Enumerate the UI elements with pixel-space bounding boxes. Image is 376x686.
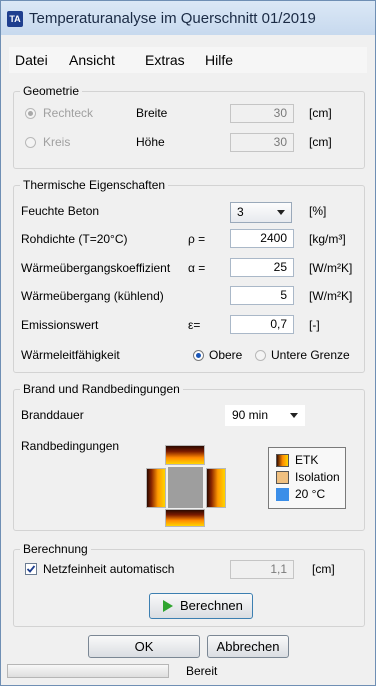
cool-label: Wärmeübergang (kühlend) (21, 289, 164, 303)
moisture-label: Feuchte Beton (21, 204, 100, 218)
menu-bar: Datei Ansicht Extras Hilfe (9, 47, 367, 73)
main-window: TA Temperaturanalyse im Querschnitt 01/2… (0, 0, 376, 686)
menu-datei[interactable]: Datei (15, 52, 48, 68)
mesh-unit: [cm] (312, 562, 335, 576)
circle-label: Kreis (43, 135, 71, 149)
width-field[interactable]: 30 (230, 104, 294, 123)
width-label: Breite (136, 106, 168, 120)
height-label: Höhe (136, 135, 165, 149)
app-icon: TA (7, 11, 23, 27)
density-label: Rohdichte (T=20°C) (21, 232, 128, 246)
cross-section (168, 467, 203, 508)
mesh-label: Netzfeinheit automatisch (43, 562, 175, 576)
window-title: Temperaturanalyse im Querschnitt 01/2019 (29, 10, 316, 27)
calculate-button[interactable]: Berechnen (149, 593, 253, 619)
status-bar: Bereit (7, 662, 369, 680)
isolation-swatch (276, 471, 289, 484)
title-bar[interactable]: TA Temperaturanalyse im Querschnitt 01/2… (1, 1, 375, 35)
emiss-field[interactable]: 0,7 (230, 315, 294, 334)
isolation-legend-label: Isolation (295, 470, 340, 484)
geometry-legend: Geometrie (20, 84, 83, 98)
lower-label: Untere Grenze (271, 348, 350, 362)
emiss-unit: [-] (309, 318, 320, 332)
density-symbol: ρ = (188, 232, 206, 246)
mesh-field[interactable]: 1,1 (230, 560, 294, 579)
emiss-label: Emissionswert (21, 318, 99, 332)
cool-field[interactable]: 5 (230, 286, 294, 305)
top-edge-fire-icon[interactable] (165, 445, 205, 465)
upper-radio[interactable] (193, 350, 204, 361)
right-edge-fire-icon[interactable] (206, 468, 226, 508)
density-field[interactable]: 2400 (230, 229, 294, 248)
boundary-label: Randbedingungen (21, 439, 120, 453)
rect-label: Rechteck (43, 106, 94, 120)
htc-symbol: α = (188, 261, 206, 275)
calc-group: Berechnung Netzfeinheit automatisch 1,1 … (13, 542, 365, 627)
chevron-down-icon (277, 210, 285, 215)
emiss-symbol: ε= (188, 318, 201, 332)
duration-select[interactable]: 90 min (225, 405, 305, 426)
fire-legend: Brand und Randbedingungen (20, 382, 183, 396)
calculate-label: Berechnen (180, 598, 243, 613)
cancel-button[interactable]: Abbrechen (207, 635, 289, 658)
duration-value: 90 min (232, 408, 269, 422)
boundary-legend: ETK Isolation 20 °C (268, 447, 346, 509)
left-edge-fire-icon[interactable] (146, 468, 166, 508)
cond-label: Wärmeleitfähigkeit (21, 348, 120, 362)
height-field[interactable]: 30 (230, 133, 294, 152)
rect-radio[interactable] (25, 108, 36, 119)
thermal-legend: Thermische Eigenschaften (20, 178, 169, 192)
chevron-down-icon (290, 413, 298, 418)
ambient-swatch (276, 488, 289, 501)
moisture-value: 3 (237, 205, 244, 219)
menu-hilfe[interactable]: Hilfe (205, 52, 233, 68)
play-icon (163, 600, 173, 612)
lower-radio[interactable] (255, 350, 266, 361)
ambient-legend-label: 20 °C (295, 487, 326, 501)
height-unit: [cm] (309, 135, 332, 149)
bottom-edge-fire-icon[interactable] (165, 509, 205, 527)
ok-button[interactable]: OK (88, 635, 200, 658)
htc-label: Wärmeübergangskoeffizient (21, 261, 171, 275)
geometry-group: Geometrie Rechteck Breite 30 [cm] Kreis … (13, 84, 365, 169)
check-icon (26, 565, 36, 573)
htc-field[interactable]: 25 (230, 258, 294, 277)
duration-label: Branddauer (21, 408, 84, 422)
menu-extras[interactable]: Extras (145, 52, 185, 68)
thermal-group: Thermische Eigenschaften Feuchte Beton 3… (13, 178, 365, 373)
upper-label: Obere (209, 348, 243, 362)
calc-legend: Berechnung (20, 542, 91, 556)
fire-group: Brand und Randbedingungen Branddauer 90 … (13, 382, 365, 531)
moisture-select[interactable]: 3 (230, 202, 292, 223)
progress-bar (7, 664, 169, 678)
etk-legend-label: ETK (295, 453, 319, 467)
density-unit: [kg/m³] (309, 232, 346, 246)
moisture-unit: [%] (309, 204, 327, 218)
status-text: Bereit (186, 664, 218, 678)
etk-swatch (276, 454, 289, 467)
mesh-checkbox[interactable] (25, 563, 37, 575)
menu-ansicht[interactable]: Ansicht (69, 52, 115, 68)
width-unit: [cm] (309, 106, 332, 120)
htc-unit: [W/m²K] (309, 261, 353, 275)
circle-radio[interactable] (25, 137, 36, 148)
cool-unit: [W/m²K] (309, 289, 353, 303)
